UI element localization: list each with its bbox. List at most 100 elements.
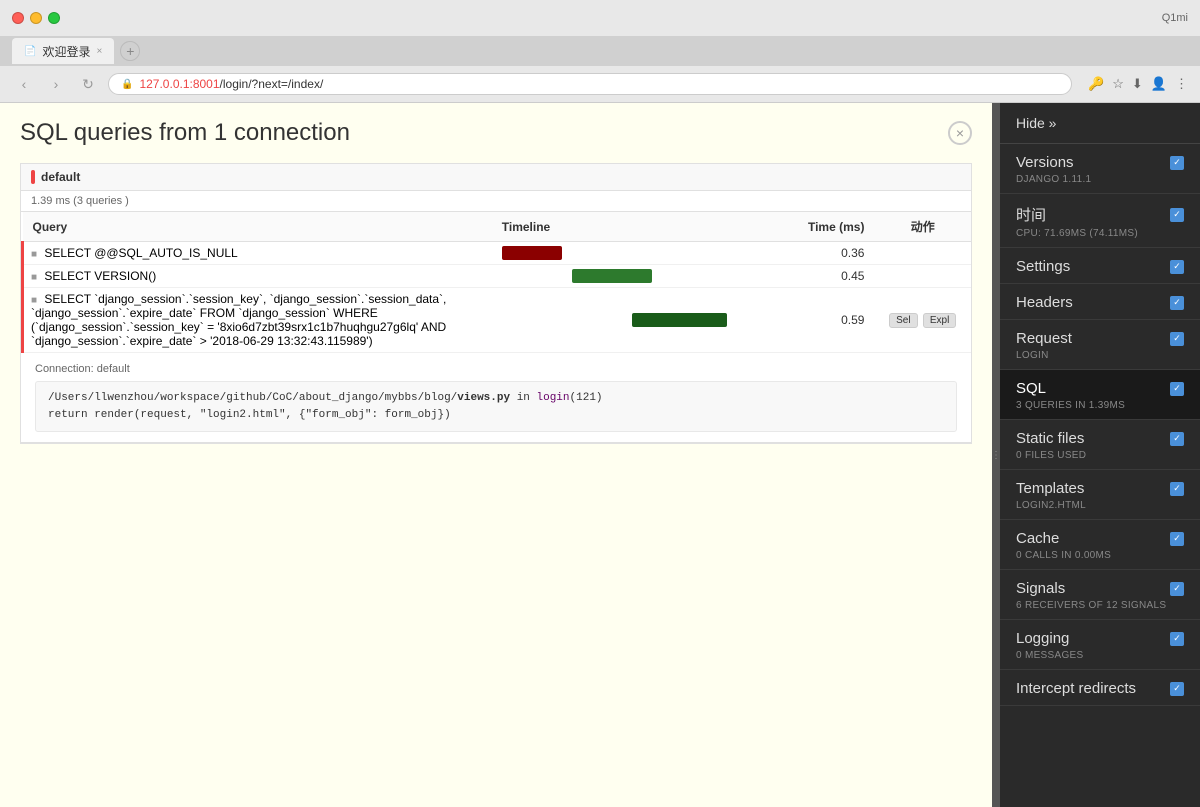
func-name: login [537,392,570,404]
sidebar-item-templates[interactable]: Templates ✓ LOGIN2.HTML [1000,470,1200,520]
checkbox-icon: ✓ [1170,296,1184,310]
tab-close-button[interactable]: × [96,46,102,57]
tab-title: 欢迎登录 [42,43,90,60]
star-icon[interactable]: ☆ [1112,76,1124,92]
query-text: SELECT @@SQL_AUTO_IS_NULL [44,246,237,260]
col-action: 动作 [874,212,971,242]
forward-button[interactable]: › [44,72,68,96]
query-text: SELECT `django_session`.`session_key`, `… [31,292,446,348]
new-tab-button[interactable]: + [120,41,140,61]
table-row: ■ SELECT @@SQL_AUTO_IS_NULL 0.36 [23,242,972,265]
sidebar-item-intercept[interactable]: Intercept redirects ✓ [1000,670,1200,706]
row-num: ■ [31,295,37,306]
col-time: Time (ms) [792,212,875,242]
sidebar-item-detail: 6 RECEIVERS OF 12 SIGNALS [1016,600,1184,611]
tab-favicon: 📄 [24,46,36,57]
checkbox-icon: ✓ [1170,532,1184,546]
query-text: SELECT VERSION() [44,269,156,283]
sidebar-item-detail: 3 QUERIES IN 1.39MS [1016,400,1184,411]
extension-icon: ⬇ [1132,76,1143,92]
hide-label: Hide » [1016,115,1056,131]
query-detail: Connection: default /Users/llwenzhou/wor… [21,353,971,443]
checkbox-icon: ✓ [1170,582,1184,596]
sidebar-item-detail: 0 FILES USED [1016,450,1184,461]
db-stats: 1.39 ms (3 queries ) [21,191,971,212]
action-cell [874,242,971,265]
table-row: ■ SELECT VERSION() 0.45 [23,265,972,288]
timeline-cell [492,288,792,353]
lock-icon: 🔒 [121,79,133,90]
sidebar-item-request[interactable]: Request ✓ LOGIN [1000,320,1200,370]
query-cell: ■ SELECT VERSION() [23,265,492,288]
sidebar: Hide » Versions ✓ Django 1.11.1 时间 ✓ CPU… [1000,103,1200,807]
checkbox-icon: ✓ [1170,156,1184,170]
resize-handle[interactable]: ⋮ [992,103,1000,807]
row-num: ■ [31,249,37,260]
file-path: /Users/llwenzhou/workspace/github/CoC/ab… [48,392,510,404]
sidebar-item-static[interactable]: Static files ✓ 0 FILES USED [1000,420,1200,470]
sidebar-item-label: Request [1016,330,1072,347]
time-cell: 0.36 [792,242,875,265]
back-button[interactable]: ‹ [12,72,36,96]
table-row: ■ SELECT `django_session`.`session_key`,… [23,288,972,353]
sidebar-item-label: Signals [1016,580,1065,597]
checkbox-icon: ✓ [1170,260,1184,274]
url-text: 127.0.0.1:8001/login/?next=/index/ [139,77,323,91]
url-host: 127.0.0.1:8001 [139,77,219,91]
sidebar-item-label: Versions [1016,154,1074,171]
timeline-bar [572,269,652,283]
browser-title-right: Q1mi [1162,12,1188,24]
refresh-button[interactable]: ↻ [76,72,100,96]
sql-panel: default 1.39 ms (3 queries ) Query Timel… [20,163,972,444]
traffic-lights [12,12,60,24]
row-num: ■ [31,272,37,283]
sel-button[interactable]: Sel [889,313,917,328]
sidebar-item-label: Logging [1016,630,1069,647]
url-bar[interactable]: 🔒 127.0.0.1:8001/login/?next=/index/ [108,73,1072,95]
timeline-bar [502,246,562,260]
timeline-cell [492,265,792,288]
hide-button[interactable]: Hide » [1000,103,1200,144]
db-header: default [21,164,971,191]
sidebar-item-label: 时间 [1016,204,1046,225]
sidebar-item-logging[interactable]: Logging ✓ 0 MESSAGES [1000,620,1200,670]
action-cell [874,265,971,288]
code-block: /Users/llwenzhou/workspace/github/CoC/ab… [35,381,957,432]
expl-button[interactable]: Expl [923,313,956,328]
sidebar-item-headers[interactable]: Headers ✓ [1000,284,1200,320]
checkbox-icon: ✓ [1170,432,1184,446]
sidebar-item-versions[interactable]: Versions ✓ Django 1.11.1 [1000,144,1200,194]
sidebar-item-detail: Django 1.11.1 [1016,174,1184,185]
checkbox-icon: ✓ [1170,382,1184,396]
checkbox-icon: ✓ [1170,208,1184,222]
url-path: /login/?next=/index/ [220,77,324,91]
sidebar-item-settings[interactable]: Settings ✓ [1000,248,1200,284]
timeline-cell [492,242,792,265]
checkbox-icon: ✓ [1170,482,1184,496]
sidebar-item-time[interactable]: 时间 ✓ CPU: 71.69ms (74.11ms) [1000,194,1200,248]
browser-tab[interactable]: 📄 欢迎登录 × [12,38,114,64]
close-traffic-light[interactable] [12,12,24,24]
close-button[interactable]: × [948,121,972,145]
checkbox-icon: ✓ [1170,332,1184,346]
col-query: Query [23,212,492,242]
content-area: SQL queries from 1 connection × default … [0,103,992,807]
sidebar-item-label: Cache [1016,530,1059,547]
sidebar-item-sql[interactable]: SQL ✓ 3 QUERIES IN 1.39MS [1000,370,1200,420]
time-cell: 0.59 [792,288,875,353]
fullscreen-traffic-light[interactable] [48,12,60,24]
col-timeline: Timeline [492,212,792,242]
address-bar: ‹ › ↻ 🔒 127.0.0.1:8001/login/?next=/inde… [0,66,1200,102]
minimize-traffic-light[interactable] [30,12,42,24]
sidebar-item-detail: 0 MESSAGES [1016,650,1184,661]
sidebar-item-signals[interactable]: Signals ✓ 6 RECEIVERS OF 12 SIGNALS [1000,570,1200,620]
sidebar-item-detail: 0 CALLS IN 0.00MS [1016,550,1184,561]
sidebar-item-label: SQL [1016,380,1046,397]
db-indicator [31,170,35,184]
menu-icon[interactable]: ⋮ [1175,76,1188,92]
sidebar-item-label: Intercept redirects [1016,680,1136,697]
profile-icon: 👤 [1151,76,1167,92]
tab-bar: 📄 欢迎登录 × + [0,36,1200,66]
sidebar-item-cache[interactable]: Cache ✓ 0 CALLS IN 0.00MS [1000,520,1200,570]
func-args: (121) [570,392,603,404]
